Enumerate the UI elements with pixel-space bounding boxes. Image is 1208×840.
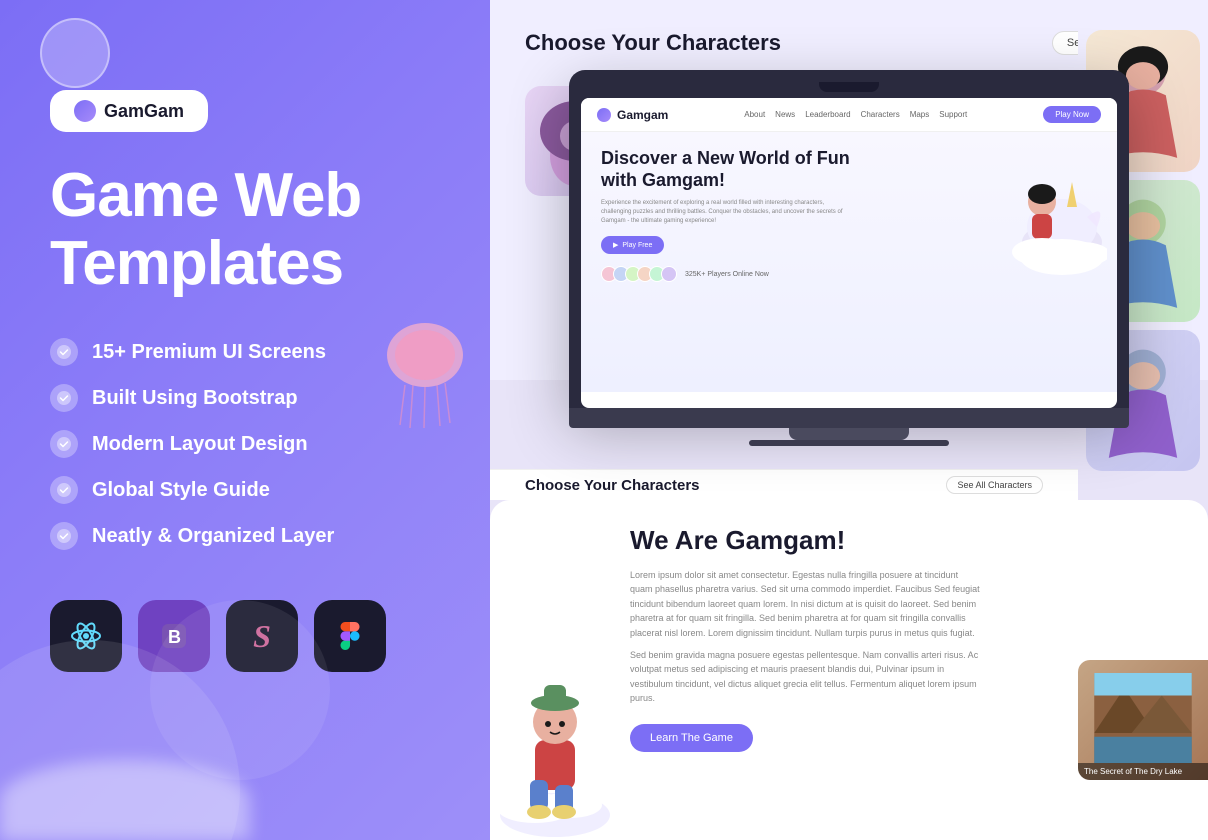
decorative-circle-medium <box>150 600 330 780</box>
secret-lake-label: The Secret of The Dry Lake <box>1078 763 1208 780</box>
laptop-stand <box>789 428 909 440</box>
nav-logo-text: Gamgam <box>617 108 668 122</box>
right-panel: Choose Your Characters See All Character… <box>490 0 1208 840</box>
decorative-circle-top <box>40 18 110 88</box>
website-hero: Discover a New World of Fun with Gamgam!… <box>581 132 1117 392</box>
gamgam-description-1: Lorem ipsum dolor sit amet consectetur. … <box>630 568 980 640</box>
laptop-mockup-wrapper: Gamgam About News Leaderboard Characters… <box>520 70 1178 446</box>
nav-play-button[interactable]: Play Now <box>1043 106 1101 123</box>
secret-lake-card: The Secret of The Dry Lake <box>1078 660 1208 780</box>
nav-link-support: Support <box>939 110 967 119</box>
nav-link-news: News <box>775 110 795 119</box>
check-icon-5 <box>50 522 78 550</box>
unicorn-illustration <box>977 142 1107 292</box>
nav-link-characters: Characters <box>861 110 900 119</box>
bottom-right-section: We Are Gamgam! Lorem ipsum dolor sit ame… <box>490 500 1208 840</box>
heading-line2: Templates <box>50 229 343 298</box>
website-nav: Gamgam About News Leaderboard Characters… <box>581 98 1117 132</box>
feature-label-5: Neatly & Organized Layer <box>92 525 334 548</box>
feature-label-1: 15+ Premium UI Screens <box>92 341 326 364</box>
hero-description: Experience the excitement of exploring a… <box>601 199 849 226</box>
check-icon-3 <box>50 430 78 458</box>
nav-logo-dot <box>597 108 611 122</box>
bottom-see-all-button[interactable]: See All Characters <box>946 476 1043 494</box>
laptop-base <box>569 408 1129 428</box>
characters-header: Choose Your Characters See All Character… <box>525 30 1173 56</box>
characters-title: Choose Your Characters <box>525 30 781 56</box>
main-heading: Game Web Templates <box>50 162 440 298</box>
feature-item-5: Neatly & Organized Layer <box>50 522 440 550</box>
feature-label-4: Global Style Guide <box>92 479 270 502</box>
heading-line1: Game Web <box>50 161 361 230</box>
laptop-screen-inner: Gamgam About News Leaderboard Characters… <box>581 98 1117 408</box>
boy-character-illustration <box>490 640 620 840</box>
nav-link-leaderboard: Leaderboard <box>805 110 850 119</box>
hero-play-free-button[interactable]: ▶ Play Free <box>601 236 664 254</box>
feature-label-2: Built Using Bootstrap <box>92 387 298 410</box>
gamgam-about-section: We Are Gamgam! Lorem ipsum dolor sit ame… <box>630 500 1070 772</box>
logo-badge: GamGam <box>50 90 208 132</box>
logo-text: GamGam <box>104 101 184 122</box>
feature-item-4: Global Style Guide <box>50 476 440 504</box>
player-avatars <box>601 266 677 282</box>
check-icon-1 <box>50 338 78 366</box>
website-nav-logo: Gamgam <box>597 108 668 122</box>
learn-game-button[interactable]: Learn The Game <box>630 724 753 752</box>
laptop-mockup: Gamgam About News Leaderboard Characters… <box>569 70 1129 446</box>
gamgam-title: We Are Gamgam! <box>630 525 1050 556</box>
laptop-foot <box>749 440 949 446</box>
jellyfish-decoration-left <box>380 320 470 430</box>
cloud-decoration-left <box>0 760 250 840</box>
left-panel: GamGam Game Web Templates 15+ Premium UI… <box>0 0 490 840</box>
check-icon-2 <box>50 384 78 412</box>
laptop-screen-outer: Gamgam About News Leaderboard Characters… <box>569 70 1129 408</box>
feature-label-3: Modern Layout Design <box>92 433 308 456</box>
nav-link-maps: Maps <box>910 110 930 119</box>
bottom-chars-title: Choose Your Characters <box>525 477 700 494</box>
check-icon-4 <box>50 476 78 504</box>
laptop-notch <box>819 82 879 92</box>
hero-title: Discover a New World of Fun with Gamgam! <box>601 148 874 191</box>
gamgam-description-2: Sed benim gravida magna posuere egestas … <box>630 648 980 706</box>
players-count: 325K+ Players Online Now <box>685 271 769 278</box>
feature-item-3: Modern Layout Design <box>50 430 440 458</box>
player-avatar-6 <box>661 266 677 282</box>
nav-link-about: About <box>744 110 765 119</box>
logo-icon <box>74 100 96 122</box>
nav-links: About News Leaderboard Characters Maps S… <box>744 110 967 119</box>
bottom-characters-header: Choose Your Characters See All Character… <box>490 469 1078 500</box>
